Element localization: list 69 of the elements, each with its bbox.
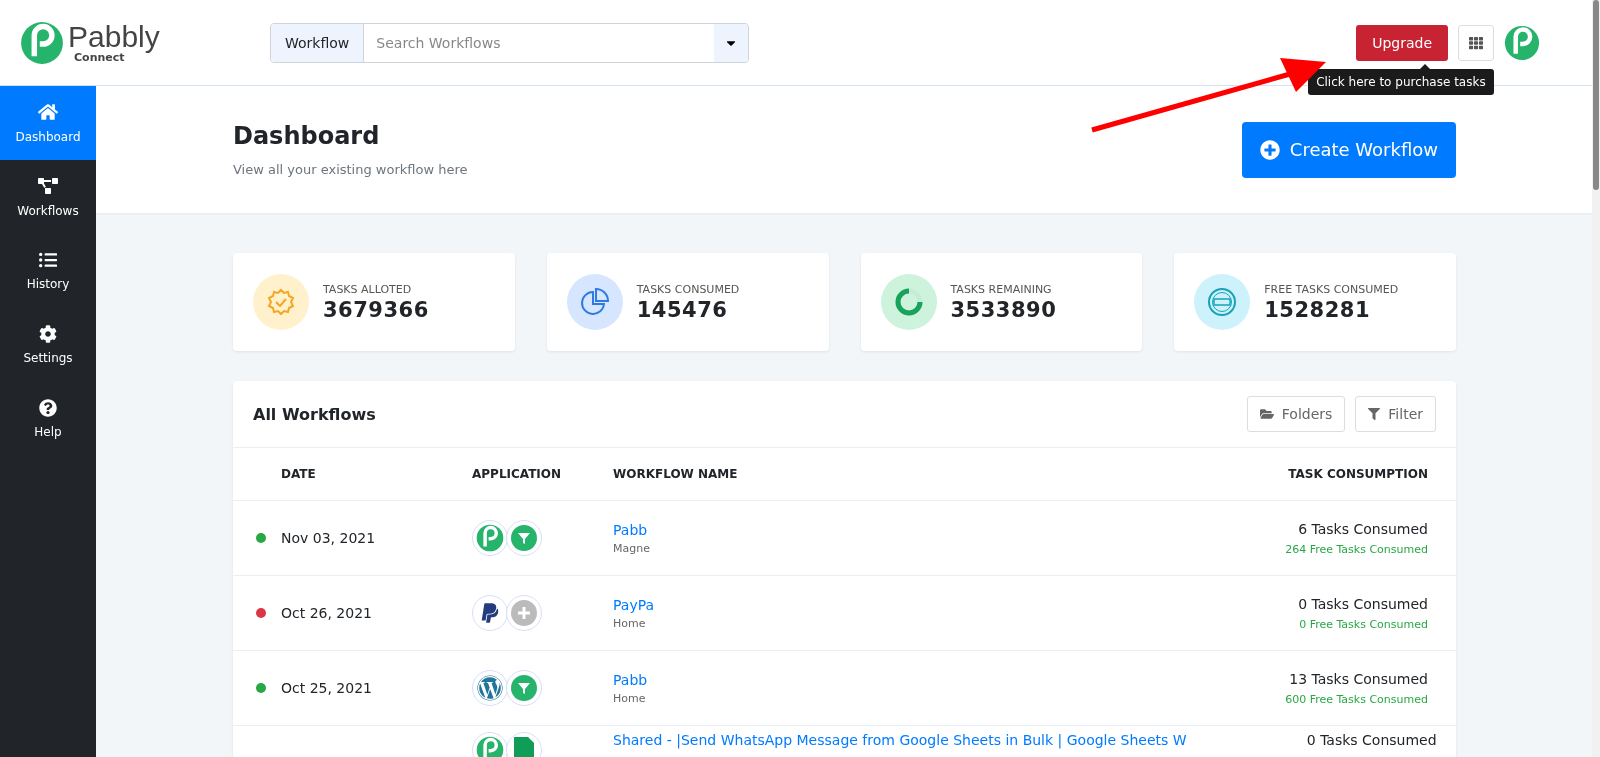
stat-label: TASKS CONSUMED	[636, 282, 740, 296]
sidebar-label: Settings	[23, 351, 73, 365]
sheet-icon	[514, 737, 534, 757]
column-header: TASK CONSUMPTION	[1287, 467, 1428, 481]
sidebar-label: Help	[34, 425, 62, 439]
folder-icon	[1259, 407, 1274, 421]
sidebar-item[interactable]: Dashboard	[0, 86, 96, 160]
p-logo-icon	[1504, 24, 1540, 61]
card-title: All Workflows	[253, 404, 376, 424]
ring-icon	[893, 287, 924, 317]
sidebar-label: History	[26, 277, 70, 291]
tasks-consumed: 13 Tasks Consumed	[1289, 670, 1428, 687]
stat-label: FREE TASKS CONSUMED	[1264, 282, 1399, 296]
workflow-link[interactable]: Pabb	[613, 671, 1178, 688]
sidebar-label: Workflows	[17, 204, 79, 218]
folder-name: Magne	[613, 541, 651, 555]
folder-name: Home	[613, 616, 647, 630]
page-subtitle: View all your existing workflow here	[233, 162, 468, 177]
sidebar-item[interactable]: Help	[0, 382, 96, 456]
badge-check-icon	[267, 288, 295, 316]
column-header: WORKFLOW NAME	[613, 467, 739, 481]
stat-value: 1528281	[1264, 297, 1372, 322]
settings-icon	[39, 325, 57, 343]
folders-button[interactable]: Folders	[1246, 396, 1346, 432]
create-workflow-button[interactable]: Create Workflow	[1241, 121, 1456, 178]
tasks-consumed: 6 Tasks Consumed	[1298, 520, 1428, 537]
sidebar-item[interactable]: Settings	[0, 308, 96, 382]
filter-icon	[1368, 408, 1381, 420]
stat-value: 3679366	[323, 297, 429, 322]
search-scope-label: Workflow	[271, 23, 365, 62]
page-title: Dashboard	[233, 122, 381, 150]
date-cell-text: Oct 25, 2021	[281, 680, 373, 696]
free-tasks-consumed: 600 Free Tasks Consumed	[1285, 692, 1428, 706]
upgrade-button[interactable]: Upgrade	[1356, 24, 1448, 61]
apps-grid-button[interactable]	[1458, 24, 1494, 61]
stat-label: TASKS REMAINING	[950, 282, 1053, 296]
pie-chart-icon	[579, 287, 610, 317]
sidebar-item[interactable]: Workflows	[0, 160, 96, 234]
stat-value: 145476	[636, 297, 729, 322]
stat-value: 3533890	[950, 297, 1057, 322]
column-header: APPLICATION	[472, 467, 563, 481]
free-tasks-consumed: 264 Free Tasks Consumed	[1285, 542, 1428, 556]
sidebar-item[interactable]: History	[0, 234, 96, 308]
date-cell-text: Nov 03, 2021	[281, 530, 377, 546]
workflow-link[interactable]: PayPa	[613, 596, 1178, 613]
workflow-icon	[38, 176, 58, 196]
stat-label: TASKS ALLOTED	[323, 282, 413, 296]
home-icon	[38, 102, 58, 122]
folder-name: Home	[613, 691, 647, 705]
account-avatar[interactable]	[1504, 24, 1540, 61]
p-logo-icon	[20, 20, 64, 65]
grid-icon	[1469, 35, 1483, 50]
free-stamp-icon	[1207, 287, 1238, 317]
search-bar[interactable]: Workflow Search Workflows	[270, 22, 749, 63]
column-header: DATE	[281, 467, 317, 481]
tasks-consumed: 0 Tasks Consumed	[1306, 732, 1437, 748]
logo-wordmark: Pabbly	[68, 22, 160, 52]
dropdown-button[interactable]	[714, 23, 748, 62]
list-icon	[39, 251, 57, 269]
free-tasks-consumed: 0 Free Tasks Consumed	[1299, 617, 1428, 631]
logo-subtitle: Connect	[74, 52, 125, 63]
sidebar-label: Dashboard	[15, 130, 81, 144]
tasks-consumed: 0 Tasks Consumed	[1298, 595, 1428, 612]
workflow-link[interactable]: Shared - |Send WhatsApp Message from Google Sheets in Bulk | Google Sheets W	[613, 732, 1187, 748]
paypal-icon	[479, 602, 501, 624]
filter-button[interactable]: Filter	[1355, 396, 1436, 432]
date-cell-text: Oct 26, 2021	[281, 605, 373, 621]
workflow-link[interactable]: Pabb	[613, 521, 1178, 538]
help-icon	[39, 399, 57, 417]
